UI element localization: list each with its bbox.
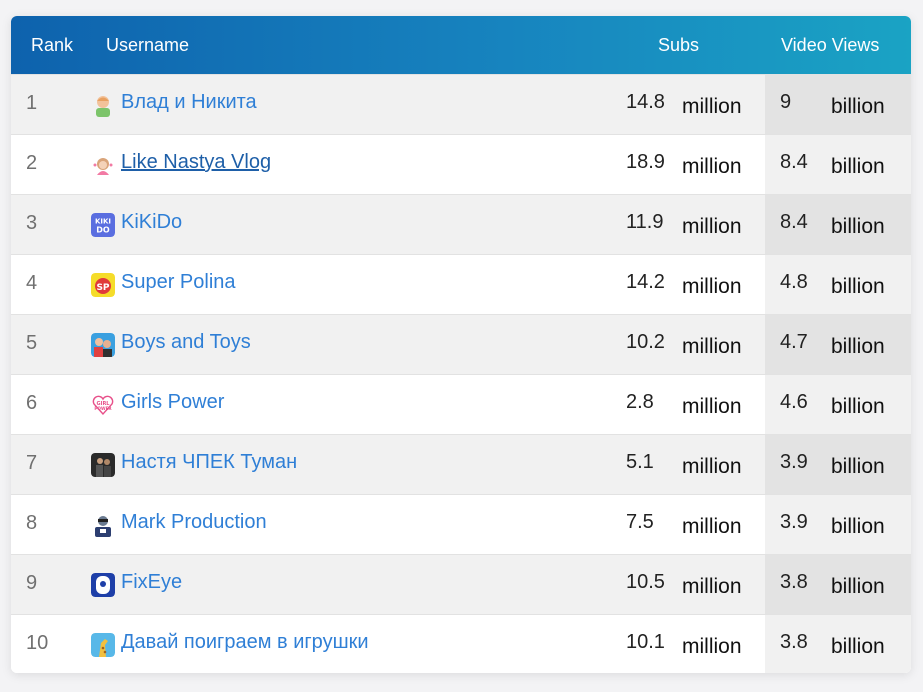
subs-unit: million [682,275,742,298]
views-unit: billion [831,455,885,478]
mark-avatar-icon [91,513,115,537]
views-value: 9 [780,91,792,113]
rank-cell: 7 [26,452,38,474]
subs-value: 11.9 [626,211,664,233]
subs-value: 2.8 [626,391,654,413]
table-row: 6 GIRL POWER Girls Power 2.8 million 4.6 … [11,374,911,435]
channel-link[interactable]: Super Polina [121,271,236,294]
views-value: 3.8 [780,571,808,593]
subs-unit: million [682,575,742,598]
svg-text:POWER: POWER [94,406,112,411]
table-row: 2 Like Nastya Vlog 18.9 million 8.4 bill… [11,134,911,195]
giraffe-avatar-icon [91,633,115,657]
views-unit: billion [831,275,885,298]
rank-cell: 1 [26,92,38,114]
rank-cell: 6 [26,392,38,414]
channel-link[interactable]: Влад и Никита [121,91,257,114]
rank-cell: 10 [26,632,49,654]
channel-link[interactable]: Давай поиграем в игрушки [121,631,369,654]
views-value: 4.6 [780,391,808,413]
rank-cell: 9 [26,572,38,594]
channel-link[interactable]: Like Nastya Vlog [121,151,271,174]
channel-link[interactable]: Настя ЧПЕК Туман [121,451,297,474]
girls-power-logo-icon: GIRL POWER [91,393,115,417]
subs-value: 10.2 [626,331,665,353]
channel-link[interactable]: KiKiDo [121,211,182,234]
header-rank[interactable]: Rank [31,35,73,56]
views-value: 4.7 [780,331,808,353]
sp-logo-icon: SP [91,273,115,297]
subs-unit: million [682,635,742,658]
views-unit: billion [831,515,885,538]
subs-unit: million [682,335,742,358]
subs-value: 18.9 [626,151,665,173]
rank-cell: 3 [26,212,38,234]
views-value: 8.4 [780,211,808,233]
channel-link[interactable]: Mark Production [121,511,267,534]
girl-avatar-icon [91,153,115,177]
subs-value: 10.5 [626,571,665,593]
kid-avatar-icon [91,93,115,117]
views-unit: billion [831,395,885,418]
channel-link[interactable]: Boys and Toys [121,331,251,354]
table-row: 9 FixEye 10.5 million 3.8 billion [11,554,911,615]
views-unit: billion [831,335,885,358]
channel-link[interactable]: FixEye [121,571,182,594]
subs-unit: million [682,395,742,418]
dark-avatar-icon [91,453,115,477]
fixeye-avatar-icon [91,573,115,597]
svg-text:DO: DO [96,226,110,235]
table-row: 1 Влад и Никита 14.8 million 9 billion [11,74,911,135]
subs-value: 14.2 [626,271,665,293]
rank-cell: 8 [26,512,38,534]
views-unit: billion [831,215,885,238]
views-value: 3.8 [780,631,808,653]
subs-unit: million [682,215,742,238]
boys-avatar-icon [91,333,115,357]
subs-unit: million [682,155,742,178]
top-channels-table: Rank Username Subs Video Views 1 Влад и … [11,16,911,673]
subs-unit: million [682,515,742,538]
rank-cell: 5 [26,332,38,354]
views-unit: billion [831,575,885,598]
rank-cell: 2 [26,152,38,174]
subs-unit: million [682,455,742,478]
views-value: 3.9 [780,451,808,473]
header-video-views[interactable]: Video Views [781,35,879,56]
subs-value: 14.8 [626,91,665,113]
views-unit: billion [831,635,885,658]
channel-link[interactable]: Girls Power [121,391,224,414]
table-row: 8 Mark Production 7.5 million 3.9 billio… [11,494,911,555]
table-row: 3 KIKI DO KiKiDo 11.9 million 8.4 billion [11,194,911,255]
header-subs[interactable]: Subs [658,35,699,56]
table-header: Rank Username Subs Video Views [11,16,911,74]
svg-text:KIKI: KIKI [95,218,111,226]
kikido-logo-icon: KIKI DO [91,213,115,237]
views-unit: billion [831,95,885,118]
table-row: 4 SP Super Polina 14.2 million 4.8 billi… [11,254,911,315]
svg-text:SP: SP [96,283,109,293]
table-row: 10 Давай поиграем в игрушки 10.1 million… [11,614,911,673]
subs-value: 10.1 [626,631,665,653]
header-username[interactable]: Username [106,35,189,56]
views-value: 4.8 [780,271,808,293]
table-row: 5 Boys and Toys 10.2 million 4.7 billion [11,314,911,375]
rank-cell: 4 [26,272,38,294]
views-value: 3.9 [780,511,808,533]
views-unit: billion [831,155,885,178]
subs-value: 5.1 [626,451,654,473]
table-row: 7 Настя ЧПЕК Туман 5.1 million 3.9 billi… [11,434,911,495]
subs-unit: million [682,95,742,118]
subs-value: 7.5 [626,511,654,533]
views-value: 8.4 [780,151,808,173]
